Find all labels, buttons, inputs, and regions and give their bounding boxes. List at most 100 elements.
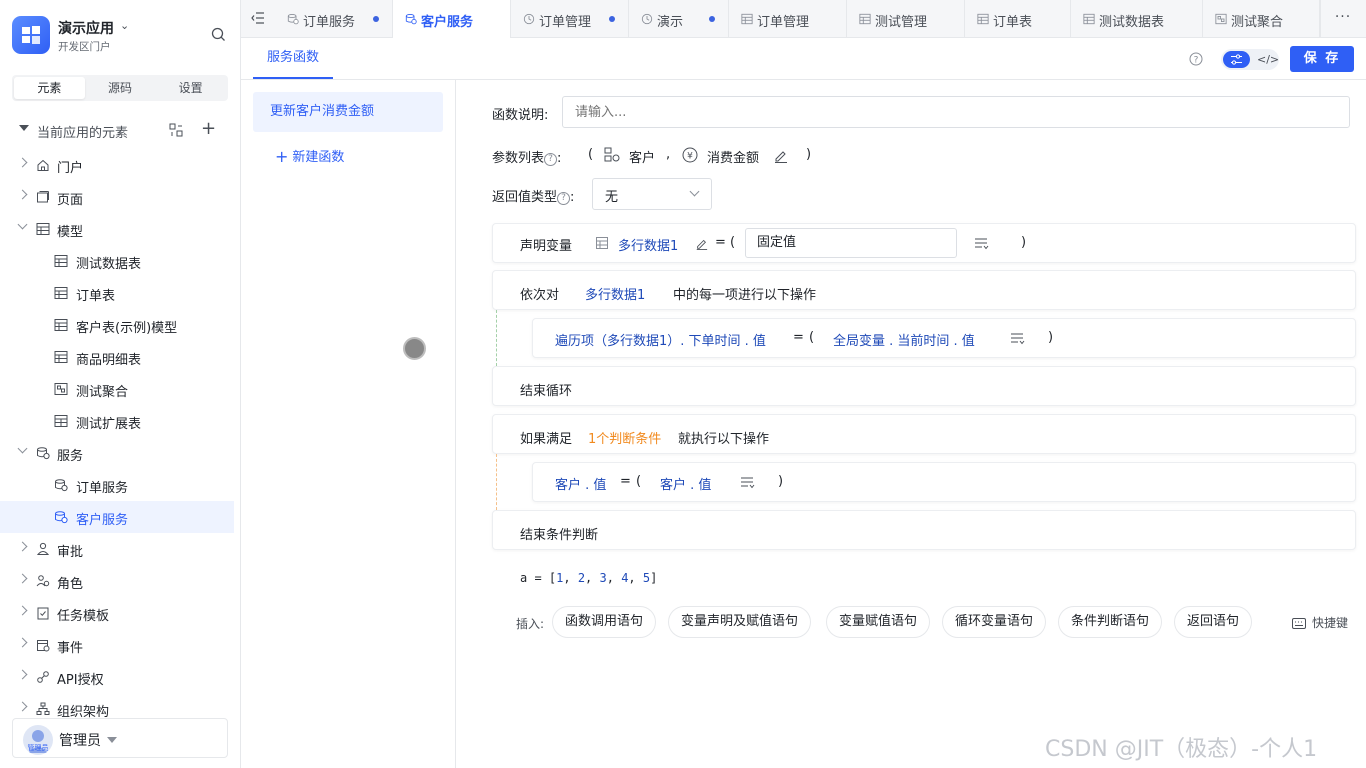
chevron-right-icon[interactable]: [17, 605, 28, 616]
condition-assign-right[interactable]: 客户 . 值: [660, 474, 711, 493]
chevron-down-icon[interactable]: [17, 219, 28, 230]
condition-count[interactable]: 1个判断条件: [588, 428, 661, 447]
code-mode-button[interactable]: </>: [1257, 51, 1279, 68]
expression-menu-icon[interactable]: [1010, 332, 1026, 345]
chevron-down-icon[interactable]: [17, 443, 28, 454]
chevron-right-icon[interactable]: [17, 573, 28, 584]
sidebar-item[interactable]: 测试聚合: [0, 373, 234, 405]
tree-section-header[interactable]: 当前应用的元素 +: [16, 119, 226, 141]
sidebar-item[interactable]: 测试扩展表: [0, 405, 234, 437]
edit-icon[interactable]: [695, 237, 708, 250]
editor-tab[interactable]: 测试数据表: [1071, 0, 1203, 38]
plus-icon: +: [275, 147, 289, 166]
expression-menu-icon[interactable]: [740, 476, 756, 489]
insert-chip[interactable]: 条件判断语句: [1058, 606, 1163, 638]
app-name[interactable]: 演示应用: [58, 18, 114, 38]
param-amount[interactable]: 消费金额: [707, 147, 759, 166]
editor-tab[interactable]: 测试管理: [847, 0, 965, 38]
declare-variable[interactable]: 多行数据1: [618, 235, 678, 254]
chevron-right-icon[interactable]: [17, 669, 28, 680]
sidebar-item[interactable]: 服务: [0, 437, 234, 469]
help-icon[interactable]: ?: [1189, 52, 1203, 66]
caret-down-icon[interactable]: [107, 737, 117, 743]
sidebar-item[interactable]: 订单服务: [0, 469, 234, 501]
svg-text:?: ?: [1194, 56, 1199, 66]
edit-icon[interactable]: [773, 148, 788, 163]
editor-tab[interactable]: 订单表: [965, 0, 1071, 38]
sidebar-item[interactable]: 事件: [0, 629, 234, 661]
loop-statement[interactable]: 依次对 多行数据1 中的每一项进行以下操作: [492, 270, 1356, 310]
save-button[interactable]: 保 存: [1290, 46, 1354, 72]
sidebar-item[interactable]: 页面: [0, 181, 234, 213]
editor-tab[interactable]: 演示: [629, 0, 729, 38]
editor-tab[interactable]: 订单管理: [511, 0, 629, 38]
tab-elements[interactable]: 元素: [14, 77, 85, 99]
locate-icon[interactable]: [169, 123, 183, 137]
function-item[interactable]: 更新客户消费金额: [253, 92, 443, 132]
app-header[interactable]: 演示应用 ⌄ 开发区门户: [12, 14, 228, 54]
sidebar-item-label: 测试扩展表: [76, 417, 142, 432]
table-icon: [54, 318, 68, 336]
chevron-down-icon[interactable]: ⌄: [120, 19, 129, 32]
condition-assign-statement[interactable]: 客户 . 值 = ( 客户 . 值 ): [532, 462, 1356, 502]
insert-chip[interactable]: 变量赋值语句: [826, 606, 931, 638]
editor-tab[interactable]: 订单管理: [729, 0, 847, 38]
fixed-value-input[interactable]: 固定值: [745, 228, 957, 258]
user-menu[interactable]: 管理员 管理员: [12, 718, 228, 758]
sidebar-item[interactable]: 审批: [0, 533, 234, 565]
expression-menu-icon[interactable]: [974, 237, 990, 250]
sidebar-item[interactable]: 角色: [0, 565, 234, 597]
sidebar-item[interactable]: 测试数据表: [0, 245, 234, 277]
editor-tab[interactable]: 订单服务: [275, 0, 393, 38]
loop-assign-right[interactable]: 全局变量 . 当前时间 . 值: [833, 330, 975, 349]
insert-chip[interactable]: 返回语句: [1174, 606, 1253, 638]
condition-assign-left[interactable]: 客户 . 值: [555, 474, 606, 493]
condition-end-statement[interactable]: 结束条件判断: [492, 510, 1356, 550]
tab-service-functions[interactable]: 服务函数: [253, 38, 334, 79]
loop-variable[interactable]: 多行数据1: [585, 284, 645, 303]
chevron-right-icon[interactable]: [17, 701, 28, 712]
search-icon[interactable]: [211, 27, 226, 42]
sidebar-item[interactable]: 模型: [0, 213, 234, 245]
sidebar-item[interactable]: 订单表: [0, 277, 234, 309]
visual-mode-button[interactable]: [1223, 51, 1250, 68]
insert-chip[interactable]: 变量声明及赋值语句: [668, 606, 812, 638]
chevron-right-icon[interactable]: [17, 157, 28, 168]
tab-source[interactable]: 源码: [85, 77, 156, 99]
sidebar-item[interactable]: 商品明细表: [0, 341, 234, 373]
tab-settings[interactable]: 设置: [155, 77, 226, 99]
chevron-right-icon[interactable]: [17, 189, 28, 200]
insert-chip[interactable]: 函数调用语句: [552, 606, 657, 638]
sidebar-item[interactable]: API授权: [0, 661, 234, 693]
more-tabs-button[interactable]: ···: [1319, 0, 1366, 38]
chevron-right-icon[interactable]: [17, 637, 28, 648]
return-type-select[interactable]: 无: [592, 178, 712, 210]
code-statement[interactable]: a = [1, 2, 3, 4, 5]: [520, 571, 657, 585]
collapse-sidebar-icon[interactable]: [251, 11, 265, 25]
help-icon[interactable]: ?: [544, 153, 558, 166]
sidebar-item[interactable]: 客户表(示例)模型: [0, 309, 234, 341]
help-icon[interactable]: ?: [557, 192, 571, 205]
view-mode-toggle[interactable]: </>: [1221, 49, 1279, 70]
editor-tab[interactable]: 测试聚合: [1203, 0, 1321, 38]
shortcut-button[interactable]: 快捷键: [1292, 614, 1348, 631]
new-function-button[interactable]: + 新建函数: [275, 146, 344, 166]
service-icon: [54, 478, 68, 496]
condition-statement[interactable]: 如果满足 1个判断条件 就执行以下操作: [492, 414, 1356, 454]
loop-assign-statement[interactable]: 遍历项（多行数据1）. 下单时间 . 值 = ( 全局变量 . 当前时间 . 值…: [532, 318, 1356, 358]
param-comma: ,: [666, 147, 671, 162]
loop-end-statement[interactable]: 结束循环: [492, 366, 1356, 406]
chevron-right-icon[interactable]: [17, 541, 28, 552]
sidebar-item[interactable]: 任务模板: [0, 597, 234, 629]
param-customer[interactable]: 客户: [629, 147, 655, 166]
editor-tab[interactable]: 客户服务: [393, 0, 511, 38]
function-description-input[interactable]: [562, 96, 1350, 128]
sidebar-item[interactable]: 门户: [0, 149, 234, 181]
declare-statement[interactable]: 声明变量 多行数据1 = ( 固定值 ): [492, 223, 1356, 263]
add-icon[interactable]: +: [201, 119, 216, 139]
avatar-label: 管理员: [27, 744, 49, 752]
loop-assign-left[interactable]: 遍历项（多行数据1）. 下单时间 . 值: [555, 330, 766, 349]
insert-chip[interactable]: 循环变量语句: [942, 606, 1047, 638]
caret-down-icon[interactable]: [19, 125, 29, 131]
sidebar-item[interactable]: 客户服务: [0, 501, 234, 533]
